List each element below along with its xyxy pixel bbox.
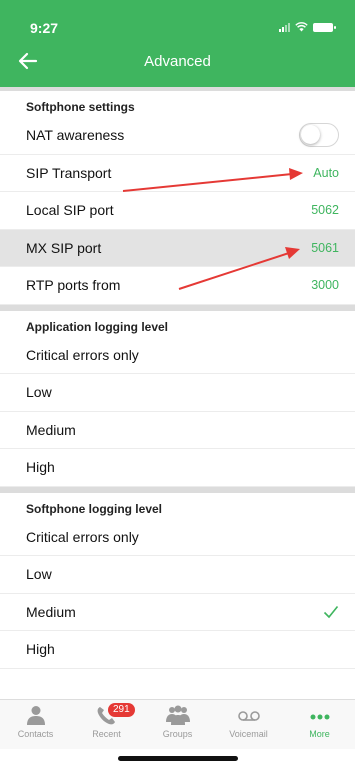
tab-recent[interactable]: 291 Recent: [71, 700, 142, 749]
row-value: 5062: [311, 203, 339, 218]
settings-list: Softphone settings NAT awareness SIP Tra…: [0, 87, 355, 669]
more-dots-icon: [310, 714, 329, 720]
section-header-app-logging: Application logging level: [0, 304, 355, 337]
page-title: Advanced: [144, 53, 211, 70]
row-label: RTP ports from: [26, 277, 121, 294]
tab-label: Voicemail: [229, 729, 268, 739]
checkmark-icon: [323, 605, 339, 618]
tab-bar: Contacts 291 Recent Groups Voicemail Mor…: [0, 699, 355, 749]
voicemail-icon: [237, 711, 260, 721]
tab-more[interactable]: More: [284, 700, 355, 749]
battery-icon: [313, 23, 336, 32]
row-value: 3000: [311, 278, 339, 293]
row-value: 5061: [311, 240, 339, 255]
option-label: Medium: [26, 603, 76, 620]
option-label: High: [26, 459, 55, 476]
option-label: Medium: [26, 421, 76, 438]
option-label: Critical errors only: [26, 346, 139, 363]
nat-awareness-toggle[interactable]: [299, 123, 339, 148]
rtp-ports-from-row[interactable]: RTP ports from 3000: [0, 267, 355, 305]
person-icon: [26, 706, 45, 725]
status-icons: [279, 22, 336, 32]
softphone-logging-option[interactable]: Critical errors only: [0, 519, 355, 556]
app-logging-option[interactable]: Low: [0, 374, 355, 412]
row-value: Auto: [313, 165, 339, 180]
toggle-knob: [301, 125, 320, 145]
app-logging-option[interactable]: High: [0, 449, 355, 487]
section-header-softphone-settings: Softphone settings: [0, 87, 355, 117]
app-logging-option[interactable]: Critical errors only: [0, 337, 355, 374]
option-label: Critical errors only: [26, 528, 139, 545]
option-label: Low: [26, 384, 52, 401]
app-header: 9:27 Advanced: [0, 0, 355, 87]
sip-transport-row[interactable]: SIP Transport Auto: [0, 155, 355, 192]
app-logging-option[interactable]: Medium: [0, 412, 355, 449]
tab-contacts[interactable]: Contacts: [0, 700, 71, 749]
wifi-icon: [295, 22, 308, 32]
option-label: High: [26, 641, 55, 658]
nat-awareness-row[interactable]: NAT awareness: [0, 117, 355, 155]
softphone-logging-option[interactable]: Medium: [0, 594, 355, 631]
option-label: Low: [26, 566, 52, 583]
row-label: NAT awareness: [26, 127, 125, 144]
softphone-logging-option[interactable]: High: [0, 631, 355, 669]
tab-groups[interactable]: Groups: [142, 700, 213, 749]
softphone-logging-option[interactable]: Low: [0, 556, 355, 594]
row-label: MX SIP port: [26, 239, 102, 256]
row-label: SIP Transport: [26, 164, 112, 181]
group-icon: [165, 705, 190, 725]
section-header-softphone-logging: Softphone logging level: [0, 486, 355, 519]
signal-icon: [279, 23, 290, 32]
tab-voicemail[interactable]: Voicemail: [213, 700, 284, 749]
home-indicator: [118, 756, 238, 761]
row-label: Local SIP port: [26, 202, 114, 219]
tab-label: Contacts: [17, 729, 54, 739]
tab-label: Recent: [92, 729, 121, 739]
tab-label: Groups: [162, 729, 193, 739]
status-time: 9:27: [30, 20, 59, 36]
tab-label: More: [309, 729, 330, 739]
mx-sip-port-row[interactable]: MX SIP port 5061: [0, 229, 355, 267]
local-sip-port-row[interactable]: Local SIP port 5062: [0, 192, 355, 230]
recent-badge: 291: [108, 703, 135, 717]
